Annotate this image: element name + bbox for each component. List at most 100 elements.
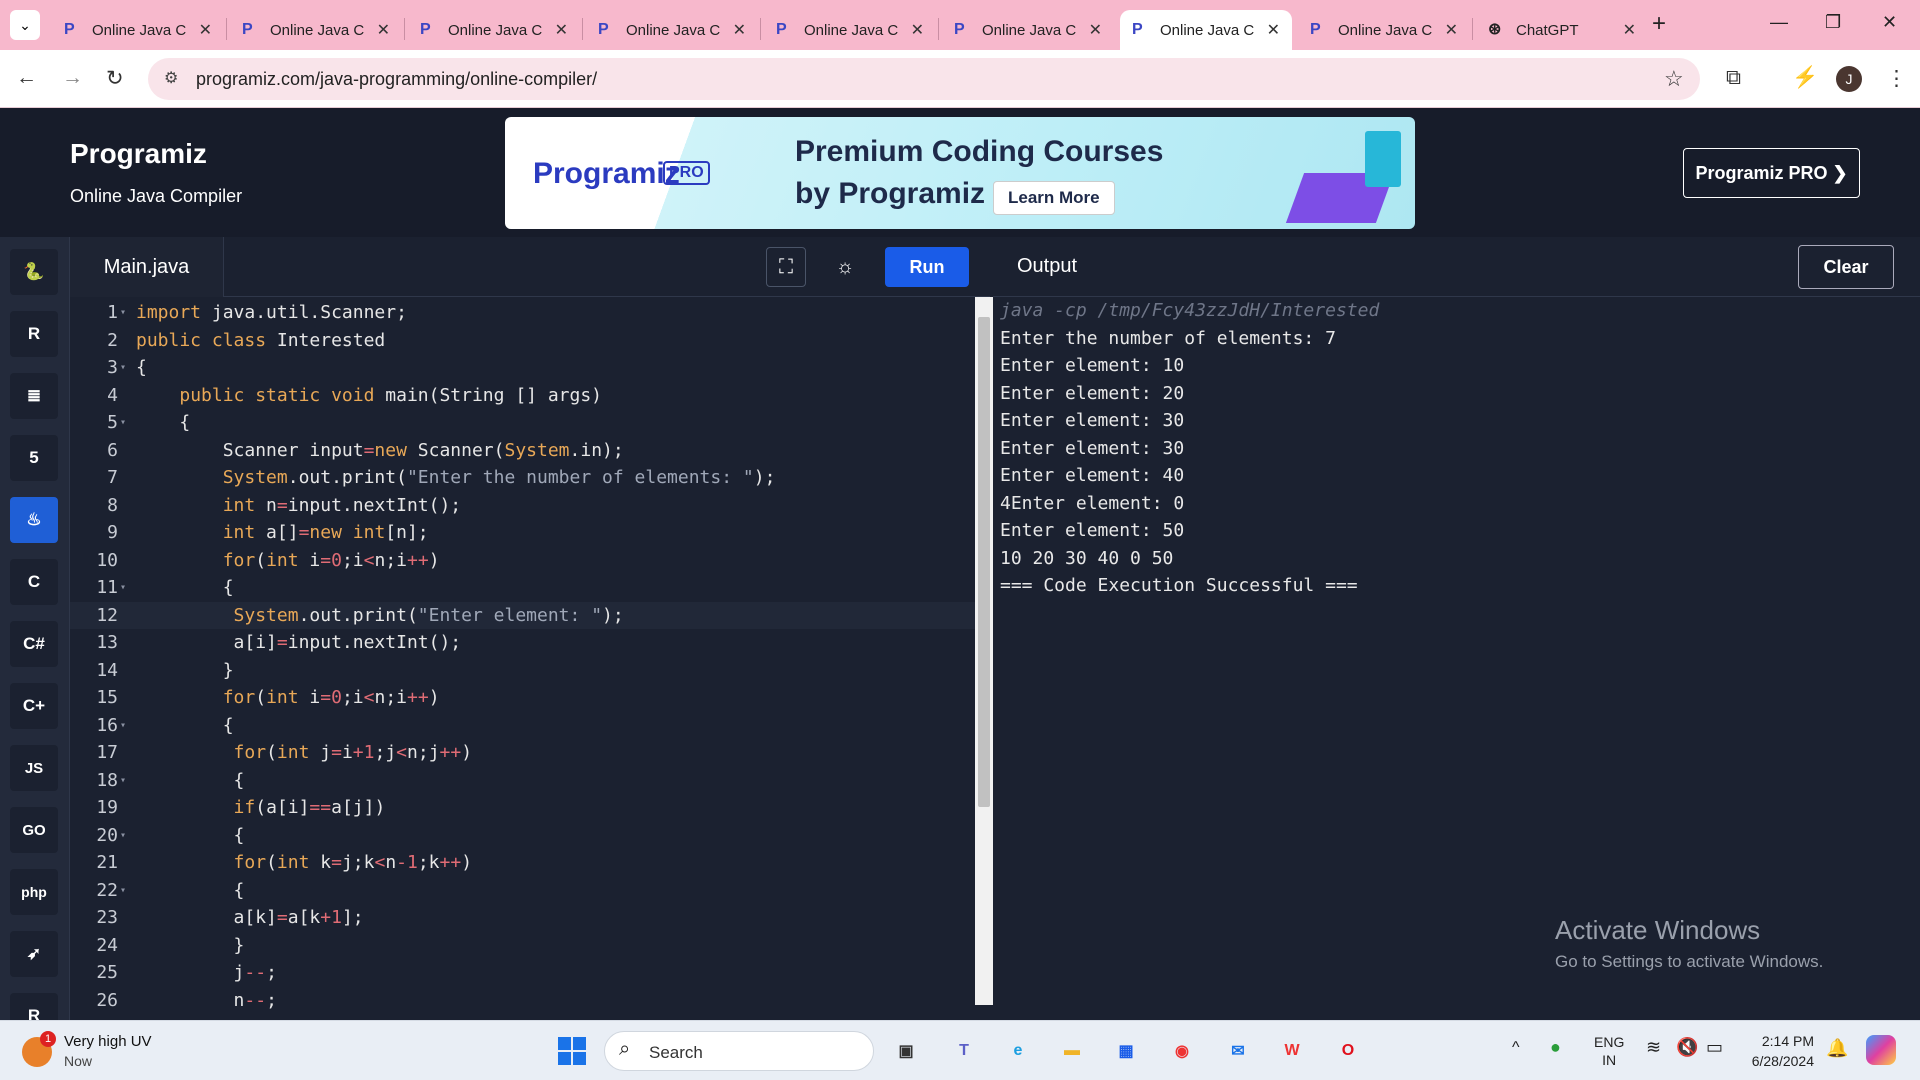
programiz-logo[interactable]: Programiz: [70, 138, 207, 170]
code-line[interactable]: 22 ▾ {: [70, 877, 975, 905]
code-line[interactable]: 9 int a[]=new int[n];: [70, 519, 975, 547]
code-text[interactable]: {: [136, 877, 245, 905]
code-line[interactable]: 6 Scanner input=new Scanner(System.in);: [70, 437, 975, 465]
programiz-pro-button[interactable]: Programiz PRO ❯: [1683, 148, 1860, 198]
close-tab-icon[interactable]: ✕: [377, 20, 390, 40]
code-line[interactable]: 3 ▾ {: [70, 354, 975, 382]
code-text[interactable]: for(int i=0;i<n;i++): [136, 684, 440, 712]
code-line[interactable]: 7 System.out.print("Enter the number of …: [70, 464, 975, 492]
code-text[interactable]: System.out.print("Enter element: ");: [136, 602, 624, 630]
wifi-icon[interactable]: ≋: [1646, 1037, 1661, 1058]
close-tab-icon[interactable]: ✕: [733, 20, 746, 40]
code-text[interactable]: Scanner input=new Scanner(System.in);: [136, 437, 624, 465]
wps-icon[interactable]: W: [1274, 1033, 1310, 1069]
csharp-icon[interactable]: C#: [10, 621, 58, 667]
forward-icon[interactable]: →: [62, 66, 83, 90]
close-tab-icon[interactable]: ✕: [1089, 20, 1102, 40]
start-button[interactable]: [554, 1033, 590, 1069]
tab-search-button[interactable]: ⌄: [10, 10, 40, 40]
browser-tab[interactable]: P Online Java C ✕: [230, 10, 402, 50]
js-icon[interactable]: JS: [10, 745, 58, 791]
code-text[interactable]: j--;: [136, 959, 277, 987]
code-line[interactable]: 10 for(int i=0;i<n;i++): [70, 547, 975, 575]
code-line[interactable]: 5 ▾ {: [70, 409, 975, 437]
code-text[interactable]: int a[]=new int[n];: [136, 519, 429, 547]
store-icon[interactable]: ▦: [1108, 1033, 1144, 1069]
code-line[interactable]: 16 ▾ {: [70, 712, 975, 740]
swift-icon[interactable]: ➶: [10, 931, 58, 977]
go-icon[interactable]: GO: [10, 807, 58, 853]
fold-toggle-icon[interactable]: ▾: [120, 877, 126, 905]
reload-icon[interactable]: ↻: [106, 66, 124, 91]
r-icon[interactable]: R: [10, 311, 58, 357]
code-text[interactable]: int n=input.nextInt();: [136, 492, 461, 520]
speaker-muted-icon[interactable]: 🔇: [1676, 1037, 1698, 1058]
minimize-button[interactable]: —: [1770, 12, 1788, 33]
browser-tab[interactable]: P Online Java C ✕: [408, 10, 580, 50]
restore-button[interactable]: ❐: [1825, 12, 1841, 33]
cpp-icon[interactable]: C+: [10, 683, 58, 729]
code-text[interactable]: {: [136, 712, 234, 740]
close-tab-icon[interactable]: ✕: [1623, 20, 1636, 40]
browser-tab[interactable]: P Online Java C ✕: [942, 10, 1114, 50]
fold-toggle-icon[interactable]: ▾: [120, 767, 126, 795]
new-tab-button[interactable]: +: [1652, 10, 1666, 38]
code-line[interactable]: 26 n--;: [70, 987, 975, 1015]
notifications-bell-icon[interactable]: 🔔: [1826, 1038, 1848, 1059]
fold-toggle-icon[interactable]: ▾: [120, 299, 126, 327]
code-line[interactable]: 24 }: [70, 932, 975, 960]
clear-button[interactable]: Clear: [1798, 245, 1894, 289]
code-line[interactable]: 1 ▾ import java.util.Scanner;: [70, 299, 975, 327]
code-text[interactable]: {: [136, 767, 245, 795]
code-text[interactable]: {: [136, 574, 234, 602]
address-bar[interactable]: ⚙ programiz.com/java-programming/online-…: [148, 58, 1700, 100]
code-line[interactable]: 18 ▾ {: [70, 767, 975, 795]
close-tab-icon[interactable]: ✕: [199, 20, 212, 40]
browser-tab[interactable]: P Online Java C ✕: [52, 10, 224, 50]
browser-tab[interactable]: ⊛ ChatGPT ✕: [1476, 10, 1648, 50]
bookmark-star-icon[interactable]: ☆: [1664, 66, 1684, 92]
browser-tab[interactable]: P Online Java C ✕: [1120, 10, 1292, 50]
teams-icon[interactable]: T: [946, 1033, 982, 1069]
code-line[interactable]: 14 }: [70, 657, 975, 685]
java-icon[interactable]: ♨: [10, 497, 58, 543]
code-text[interactable]: for(int k=j;k<n-1;k++): [136, 849, 473, 877]
code-text[interactable]: public static void main(String [] args): [136, 382, 602, 410]
battery-icon[interactable]: ▭: [1706, 1037, 1723, 1058]
code-line[interactable]: 21 for(int k=j;k<n-1;k++): [70, 849, 975, 877]
learn-more-button[interactable]: Learn More: [993, 181, 1115, 215]
edge-icon[interactable]: e: [1000, 1033, 1036, 1069]
code-text[interactable]: n--;: [136, 987, 277, 1015]
sql-icon[interactable]: ≣: [10, 373, 58, 419]
output-console[interactable]: java -cp /tmp/Fcy43zzJdH/Interested Ente…: [993, 297, 1920, 1020]
browser-tab[interactable]: P Online Java C ✕: [586, 10, 758, 50]
fold-toggle-icon[interactable]: ▾: [120, 574, 126, 602]
code-line[interactable]: 8 int n=input.nextInt();: [70, 492, 975, 520]
code-text[interactable]: a[i]=input.nextInt();: [136, 629, 462, 657]
code-line[interactable]: 2 public class Interested: [70, 327, 975, 355]
code-text[interactable]: System.out.print("Enter the number of el…: [136, 464, 776, 492]
close-window-button[interactable]: ✕: [1882, 12, 1897, 33]
sync-icon[interactable]: ⚡: [1792, 66, 1818, 90]
clock[interactable]: 2:14 PM 6/28/2024: [1744, 1031, 1814, 1071]
code-line[interactable]: 15 for(int i=0;i<n;i++): [70, 684, 975, 712]
run-button[interactable]: Run: [885, 247, 969, 287]
code-text[interactable]: for(int j=i+1;j<n;j++): [136, 739, 473, 767]
code-text[interactable]: import java.util.Scanner;: [136, 299, 407, 327]
code-text[interactable]: a[k]=a[k+1];: [136, 904, 364, 932]
browser-tab[interactable]: P Online Java C ✕: [1298, 10, 1470, 50]
code-text[interactable]: {: [136, 354, 147, 382]
file-tab-main-java[interactable]: Main.java: [70, 237, 224, 297]
language-indicator[interactable]: ENG IN: [1594, 1033, 1624, 1069]
code-text[interactable]: }: [136, 657, 234, 685]
copilot-icon[interactable]: [1866, 1035, 1896, 1065]
close-tab-icon[interactable]: ✕: [1445, 20, 1458, 40]
fold-toggle-icon[interactable]: ▾: [120, 354, 126, 382]
browser-tab[interactable]: P Online Java C ✕: [764, 10, 936, 50]
promo-banner[interactable]: Programiz PRO Premium Coding Courses by …: [505, 117, 1415, 229]
task-view-icon[interactable]: ▣: [888, 1033, 924, 1069]
code-text[interactable]: {: [136, 822, 245, 850]
close-tab-icon[interactable]: ✕: [911, 20, 924, 40]
code-text[interactable]: for(int i=0;i<n;i++): [136, 547, 440, 575]
site-info-icon[interactable]: ⚙: [164, 68, 178, 88]
